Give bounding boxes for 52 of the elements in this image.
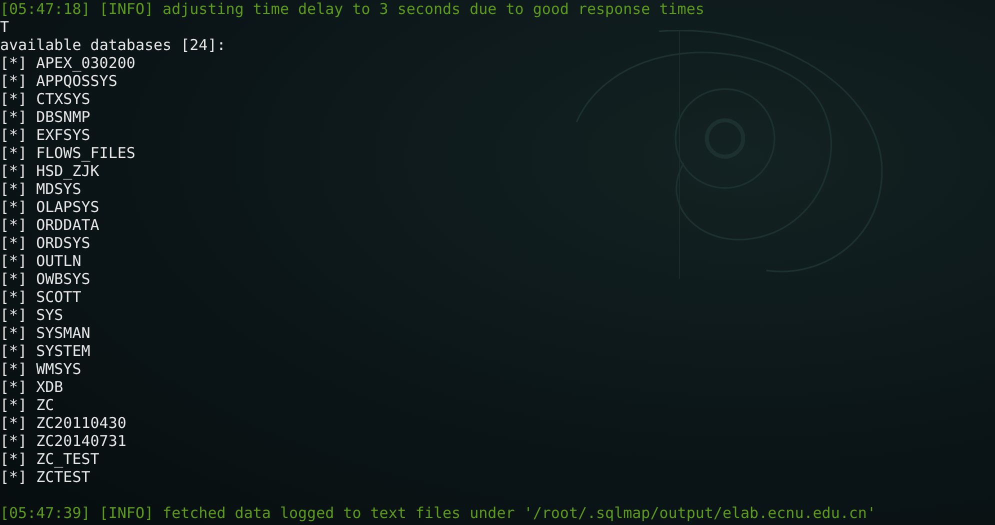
list-marker: [*] bbox=[0, 360, 28, 378]
database-name: SYS bbox=[36, 306, 64, 324]
database-name: SYSMAN bbox=[36, 324, 90, 342]
list-marker: [*] bbox=[0, 414, 28, 432]
list-marker: [*] bbox=[0, 468, 28, 486]
output-line: T bbox=[0, 18, 10, 36]
list-marker: [*] bbox=[0, 252, 28, 270]
database-name: SCOTT bbox=[36, 288, 82, 306]
list-marker: [*] bbox=[0, 270, 28, 288]
list-marker: [*] bbox=[0, 126, 28, 144]
list-marker: [*] bbox=[0, 288, 28, 306]
database-name: HSD_ZJK bbox=[36, 162, 100, 180]
list-marker: [*] bbox=[0, 432, 28, 450]
database-name: XDB bbox=[36, 378, 64, 396]
output-line: available databases [24]: bbox=[0, 36, 227, 54]
database-name: ZC bbox=[36, 396, 54, 414]
list-marker: [*] bbox=[0, 450, 28, 468]
list-marker: [*] bbox=[0, 342, 28, 360]
list-marker: [*] bbox=[0, 54, 28, 72]
list-marker: [*] bbox=[0, 216, 28, 234]
database-name: FLOWS_FILES bbox=[36, 144, 136, 162]
database-name: OWBSYS bbox=[36, 270, 90, 288]
database-name: APEX_030200 bbox=[36, 54, 136, 72]
database-name: MDSYS bbox=[36, 180, 82, 198]
database-name: DBSNMP bbox=[36, 108, 90, 126]
log-line: [05:47:18] [INFO] adjusting time delay to 3 seconds due to good response times bbox=[0, 0, 706, 18]
database-name: ZC20140731 bbox=[36, 432, 126, 450]
list-marker: [*] bbox=[0, 162, 28, 180]
list-marker: [*] bbox=[0, 324, 28, 342]
database-name: ZCTEST bbox=[36, 468, 90, 486]
database-name: OUTLN bbox=[36, 252, 82, 270]
list-marker: [*] bbox=[0, 234, 28, 252]
database-name: CTXSYS bbox=[36, 90, 90, 108]
list-marker: [*] bbox=[0, 180, 28, 198]
database-name: ZC_TEST bbox=[36, 450, 100, 468]
database-name: EXFSYS bbox=[36, 126, 90, 144]
list-marker: [*] bbox=[0, 72, 28, 90]
database-name: OLAPSYS bbox=[36, 198, 100, 216]
database-name: WMSYS bbox=[36, 360, 82, 378]
list-marker: [*] bbox=[0, 396, 28, 414]
log-line: [05:47:39] [INFO] fetched data logged to text files under '/root/.sqlmap/output/elab.ecnu.edu.cn' bbox=[0, 504, 877, 522]
list-marker: [*] bbox=[0, 90, 28, 108]
list-marker: [*] bbox=[0, 198, 28, 216]
database-name: SYSTEM bbox=[36, 342, 90, 360]
list-marker: [*] bbox=[0, 306, 28, 324]
list-marker: [*] bbox=[0, 108, 28, 126]
database-name: ZC20110430 bbox=[36, 414, 126, 432]
database-name: ORDDATA bbox=[36, 216, 100, 234]
database-name: APPQOSSYS bbox=[36, 72, 118, 90]
database-name: ORDSYS bbox=[36, 234, 90, 252]
list-marker: [*] bbox=[0, 144, 28, 162]
list-marker: [*] bbox=[0, 378, 28, 396]
